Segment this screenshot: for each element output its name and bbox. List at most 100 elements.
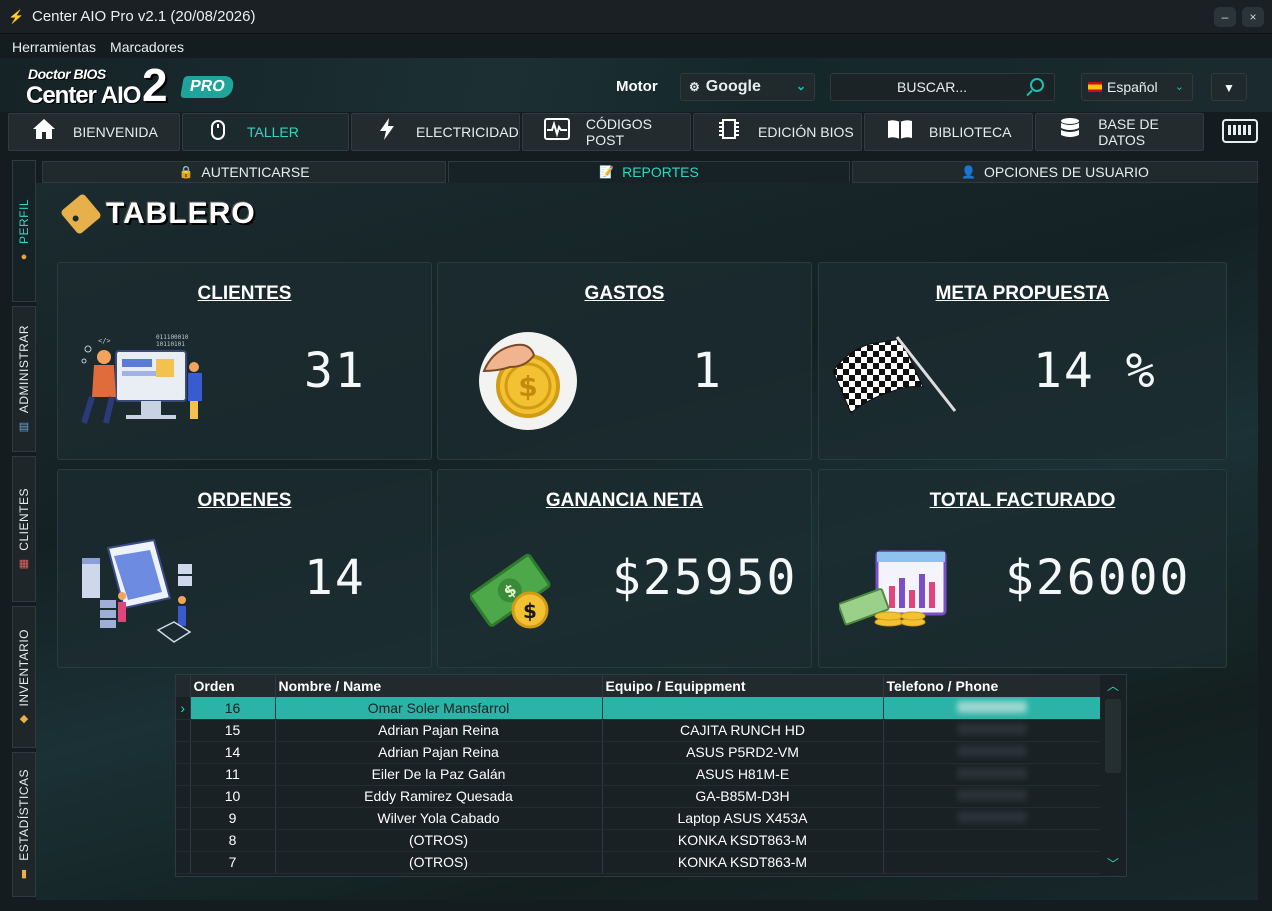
calendar-icon: ▦ — [18, 557, 30, 570]
motor-label: Motor — [616, 78, 658, 95]
tab-electricidad[interactable]: ELECTRICIDAD — [351, 113, 520, 151]
tag-icon: ◆ — [19, 713, 29, 726]
card-ganancia-neta: GANANCIA NETA $ $ $25950 — [437, 469, 812, 668]
card-gastos: GASTOS $ 1 — [437, 262, 812, 460]
app-logo: Doctor BIOS Center AIO 2 PRO — [10, 62, 235, 110]
main-nav: BIENVENIDA TALLER ELECTRICIDAD CÓDIGOS P… — [8, 113, 1270, 153]
row-indicator-header — [176, 675, 191, 697]
tab-bienvenida[interactable]: BIENVENIDA — [8, 113, 180, 151]
menu-item-marcadores[interactable]: Marcadores — [110, 39, 184, 55]
svg-text:$: $ — [523, 599, 537, 623]
row-selected-indicator-icon: › — [176, 697, 191, 720]
svg-text:</>: </> — [98, 337, 111, 345]
tab-codigos-post[interactable]: CÓDIGOS POST — [522, 113, 691, 151]
gear-icon: ⚙ — [689, 80, 700, 94]
left-sidebar: PERFIL ● ADMINISTRAR ▤ CLIENTES ▦ INVENT… — [12, 160, 36, 900]
sidebar-item-estadisticas[interactable]: ESTADÍSTICAS ▮ — [12, 752, 36, 897]
card-title: GANANCIA NETA — [545, 490, 704, 511]
pulse-icon — [543, 118, 572, 146]
phone-cell-redacted[interactable] — [883, 807, 1102, 830]
menu-item-herramientas[interactable]: Herramientas — [12, 39, 96, 55]
phone-cell-redacted[interactable] — [883, 763, 1102, 786]
language-select[interactable]: Español ⌄ — [1081, 73, 1193, 101]
scroll-up-icon[interactable]: ︿ — [1107, 677, 1119, 694]
card-value: 31 — [304, 343, 366, 399]
table-row[interactable]: 7 (OTROS) KONKA KSDT863-M — [176, 851, 1102, 874]
minimize-button[interactable]: – — [1214, 7, 1236, 27]
window-title: Center AIO Pro v2.1 (20/08/2026) — [32, 8, 256, 25]
sidebar-item-perfil[interactable]: PERFIL ● — [12, 160, 36, 302]
checkered-flag-icon — [831, 333, 961, 420]
table-header-row: Orden Nombre / Name Equipo / Equippment … — [176, 675, 1102, 697]
card-total-facturado: TOTAL FACTURADO $26000 — [818, 469, 1227, 668]
column-header-equipo[interactable]: Equipo / Equippment — [602, 675, 884, 697]
invoice-chart-icon — [837, 550, 951, 637]
tab-taller[interactable]: TALLER — [182, 113, 349, 151]
chip-icon — [714, 117, 744, 147]
search-icon[interactable] — [1030, 78, 1044, 92]
table-row[interactable]: 9 Wilver Yola Cabado Laptop ASUS X453A — [176, 807, 1102, 830]
search-input[interactable]: BUSCAR... — [830, 73, 1055, 101]
sidebar-item-clientes[interactable]: CLIENTES ▦ — [12, 456, 36, 602]
report-icon: 📝 — [599, 165, 615, 179]
user-icon: ● — [20, 250, 28, 263]
card-value: 14 % — [1033, 343, 1157, 399]
phone-cell-redacted[interactable] — [883, 719, 1102, 742]
table-row[interactable]: 11 Eiler De la Paz Galán ASUS H81M-E — [176, 763, 1102, 786]
dropdown-menu-button[interactable]: ▼ — [1211, 73, 1247, 101]
phone-cell-redacted[interactable] — [883, 741, 1102, 764]
tab-biblioteca[interactable]: BIBLIOTECA — [864, 113, 1033, 151]
sidebar-item-inventario[interactable]: INVENTARIO ◆ — [12, 606, 36, 748]
card-title: TOTAL FACTURADO — [929, 490, 1116, 511]
table-row[interactable]: › 16 Omar Soler Mansfarrol — [176, 697, 1102, 720]
tab-autenticarse[interactable]: 🔒 AUTENTICARSE — [42, 161, 446, 183]
svg-text:$: $ — [518, 370, 537, 403]
phone-cell-redacted[interactable] — [883, 697, 1102, 720]
column-header-telefono[interactable]: Telefono / Phone — [883, 675, 1102, 697]
card-value: 14 — [304, 550, 366, 606]
scroll-thumb[interactable] — [1105, 699, 1121, 773]
edit-icon: ▤ — [18, 420, 30, 433]
tab-base-de-datos[interactable]: BASE DE DATOS — [1035, 113, 1204, 151]
card-ordenes: ORDENES 14 — [57, 469, 432, 668]
tab-reportes[interactable]: 📝 REPORTES — [448, 161, 850, 183]
book-icon — [885, 118, 915, 146]
svg-text:011100010: 011100010 — [156, 334, 189, 341]
orders-table: Orden Nombre / Name Equipo / Equippment … — [175, 674, 1127, 877]
database-icon — [1056, 117, 1084, 147]
card-value: $26000 — [1005, 550, 1191, 606]
table-row[interactable]: 15 Adrian Pajan Reina CAJITA RUNCH HD — [176, 719, 1102, 742]
column-header-nombre[interactable]: Nombre / Name — [275, 675, 603, 697]
tab-opciones-de-usuario[interactable]: 👤 OPCIONES DE USUARIO — [852, 161, 1258, 183]
card-clientes: CLIENTES 011100010 10110101 </> 31 — [57, 262, 432, 460]
phone-cell-redacted[interactable] — [883, 785, 1102, 808]
table-row[interactable]: 10 Eddy Ramirez Quesada GA-B85M-D3H — [176, 785, 1102, 808]
developer-illustration-icon: 011100010 10110101 </> — [76, 331, 211, 432]
lock-icon: 🔒 — [178, 165, 194, 179]
menu-bar: Herramientas Marcadores — [0, 36, 1272, 58]
mouse-icon — [203, 118, 233, 146]
column-header-orden[interactable]: Orden — [190, 675, 276, 697]
user-options-icon: 👤 — [961, 165, 977, 179]
svg-text:10110101: 10110101 — [156, 341, 185, 348]
sidebar-item-administrar[interactable]: ADMINISTRAR ▤ — [12, 306, 36, 452]
coin-hand-icon: $ — [478, 331, 578, 436]
scroll-down-icon[interactable]: ﹀ — [1107, 855, 1119, 872]
close-button[interactable]: × — [1242, 7, 1264, 27]
table-row[interactable]: 14 Adrian Pajan Reina ASUS P5RD2-VM — [176, 741, 1102, 764]
keyboard-icon[interactable] — [1222, 119, 1258, 143]
card-title: META PROPUESTA — [935, 283, 1110, 304]
app-header: Doctor BIOS Center AIO 2 PRO Motor ⚙ Goo… — [0, 58, 1272, 112]
money-icon: $ $ — [469, 548, 554, 637]
orders-illustration-icon — [78, 538, 202, 651]
card-title: GASTOS — [584, 283, 665, 304]
sub-tabs: 🔒 AUTENTICARSE 📝 REPORTES 👤 OPCIONES DE … — [42, 161, 1258, 183]
tab-edicion-bios[interactable]: EDICIÓN BIOS — [693, 113, 862, 151]
bar-chart-icon: ▮ — [20, 867, 28, 880]
engine-select[interactable]: ⚙ Google ⌄ — [680, 73, 815, 101]
table-row[interactable]: 8 (OTROS) KONKA KSDT863-M — [176, 829, 1102, 852]
table-scrollbar[interactable]: ︿ ﹀ — [1100, 675, 1126, 876]
card-value: 1 — [692, 343, 723, 399]
card-title: ORDENES — [197, 490, 292, 511]
home-icon — [29, 118, 59, 146]
